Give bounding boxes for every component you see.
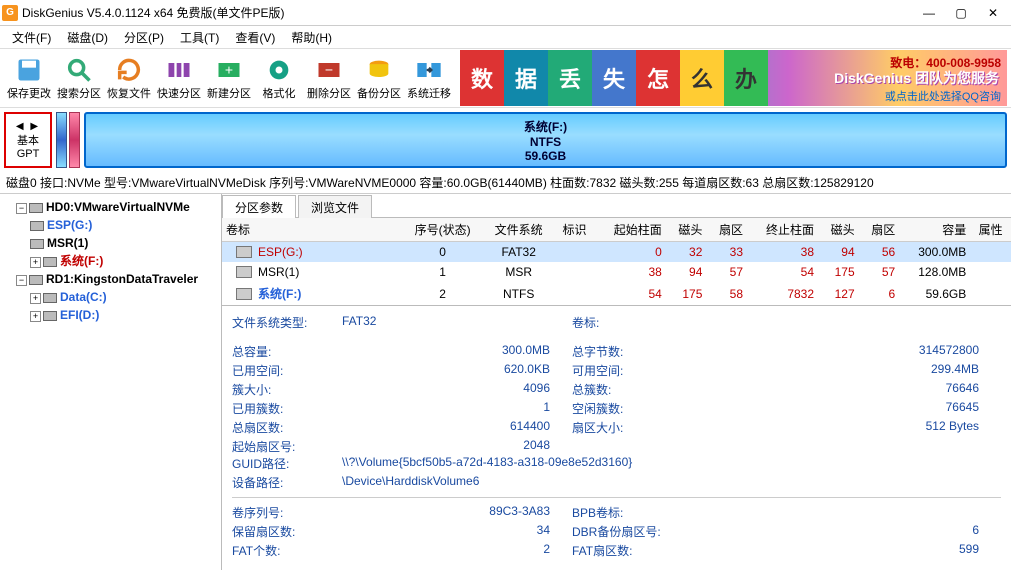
tree-data[interactable]: +Data(C:) (30, 288, 219, 306)
app-icon: G (2, 5, 18, 21)
disk-tree: −HD0:VMwareVirtualNVMe ESP(G:) MSR(1) +系… (0, 194, 222, 570)
partition-details: 文件系统类型:FAT32 卷标: 总容量:300.0MB总字节数:3145728… (222, 305, 1011, 567)
tb-format[interactable]: 格式化 (254, 50, 304, 106)
close-button[interactable]: ✕ (977, 3, 1009, 23)
menu-part[interactable]: 分区(P) (116, 27, 172, 48)
menu-tools[interactable]: 工具(T) (172, 27, 227, 48)
disk-map-row: ◀ ▶ 基本 GPT 系统(F:) NTFS 59.6GB (0, 108, 1011, 172)
tabs: 分区参数 浏览文件 (222, 194, 1011, 218)
partition-table: 卷标 序号(状态) 文件系统 标识 起始柱面 磁头 扇区 终止柱面 磁头 扇区 … (222, 218, 1011, 305)
minimize-button[interactable]: — (913, 3, 945, 23)
nav-arrows-icon[interactable]: ◀ ▶ (16, 121, 40, 132)
expand-icon[interactable]: + (30, 257, 41, 268)
banner-qq[interactable]: 或点击此处选择QQ咨询 (885, 88, 1001, 104)
tb-new[interactable]: +新建分区 (204, 50, 254, 106)
collapse-icon[interactable]: − (16, 203, 27, 214)
menu-disk[interactable]: 磁盘(D) (59, 27, 116, 48)
tb-backup[interactable]: 备份分区 (354, 50, 404, 106)
maximize-button[interactable]: ▢ (945, 3, 977, 23)
svg-text:+: + (225, 61, 233, 77)
tree-rd1[interactable]: −RD1:KingstonDataTraveler +Data(C:) +EFI… (16, 270, 219, 324)
menu-view[interactable]: 查看(V) (227, 27, 283, 48)
tree-efi[interactable]: +EFI(D:) (30, 306, 219, 324)
tab-partition-params[interactable]: 分区参数 (222, 195, 296, 218)
disk-icon (29, 275, 43, 285)
table-row[interactable]: 系统(F:)2NTFS54175587832127659.6GB (222, 282, 1011, 305)
table-row[interactable]: MSR(1)1MSR3894575417557128.0MB (222, 262, 1011, 282)
volume-icon (236, 288, 252, 300)
menu-file[interactable]: 文件(F) (4, 27, 59, 48)
menu-bar: 文件(F) 磁盘(D) 分区(P) 工具(T) 查看(V) 帮助(H) (0, 26, 1011, 48)
tb-search[interactable]: 搜索分区 (54, 50, 104, 106)
tab-browse-files[interactable]: 浏览文件 (298, 195, 372, 218)
tb-quick[interactable]: 快速分区 (154, 50, 204, 106)
volume-icon (236, 266, 252, 278)
tb-delete[interactable]: −删除分区 (304, 50, 354, 106)
tb-migrate[interactable]: 系统迁移 (404, 50, 454, 106)
expand-icon[interactable]: + (30, 311, 41, 322)
table-row[interactable]: ESP(G:)0FAT3203233389456300.0MB (222, 242, 1011, 263)
title-bar: G DiskGenius V5.4.0.1124 x64 免费版(单文件PE版)… (0, 0, 1011, 26)
tree-esp[interactable]: ESP(G:) (30, 216, 219, 234)
banner-tiles: 数 据 丢 失 怎 么 办 (460, 50, 768, 106)
toolbar: 保存更改 搜索分区 恢复文件 快速分区 +新建分区 格式化 −删除分区 备份分区… (0, 48, 1011, 108)
disk-type-box[interactable]: ◀ ▶ 基本 GPT (4, 112, 52, 168)
small-partitions[interactable] (56, 112, 80, 168)
disk-icon (29, 203, 43, 213)
menu-help[interactable]: 帮助(H) (283, 27, 340, 48)
tree-msr[interactable]: MSR(1) (30, 234, 219, 252)
disk-info-line: 磁盘0 接口:NVMe 型号:VMwareVirtualNVMeDisk 序列号… (0, 172, 1011, 194)
tree-hd0[interactable]: −HD0:VMwareVirtualNVMe ESP(G:) MSR(1) +系… (16, 198, 219, 270)
volume-icon (236, 246, 252, 258)
tb-save[interactable]: 保存更改 (4, 50, 54, 106)
tb-recover[interactable]: 恢复文件 (104, 50, 154, 106)
collapse-icon[interactable]: − (16, 275, 27, 286)
banner-slogan: DiskGenius 团队为您服务 (834, 68, 999, 88)
banner[interactable]: 数 据 丢 失 怎 么 办 DiskGenius 团队为您服务 致电：400-0… (460, 50, 1007, 106)
banner-phone: 致电：400-008-9958 (890, 54, 1001, 71)
svg-text:−: − (325, 61, 333, 77)
expand-icon[interactable]: + (30, 293, 41, 304)
partition-bar-system[interactable]: 系统(F:) NTFS 59.6GB (84, 112, 1007, 168)
tree-system[interactable]: +系统(F:) (30, 252, 219, 270)
window-title: DiskGenius V5.4.0.1124 x64 免费版(单文件PE版) (22, 4, 913, 21)
